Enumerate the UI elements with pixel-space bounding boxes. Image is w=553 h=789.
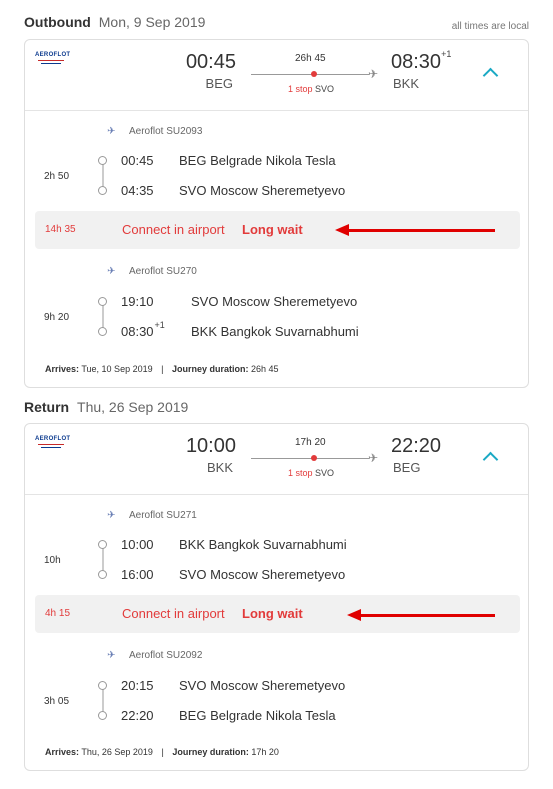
outbound-summary[interactable]: AEROFLOT 00:45 BEG 26h 45 ✈ 1 stop SVO 0… [25,40,528,111]
outbound-arr-time: 08:30 +1 [391,49,452,73]
segment-dep-time: 19:10 [121,294,154,309]
return-card: AEROFLOT 10:00 BKK 17h 20 ✈ 1 stop SVO 2… [24,423,529,771]
connect-in-airport: Connect in airport [122,222,225,237]
segment-arr-time: 22:20 [121,708,154,723]
segment-arr-time: 04:35 [121,183,154,198]
connect-in-airport: Connect in airport [122,606,225,621]
segment-arr-time: 08:30+1 [121,320,165,339]
long-wait-label: Long wait [242,606,303,621]
segment-arr-time: 16:00 [121,567,154,582]
airline-small-icon: ✈ [107,126,116,137]
next-day-badge: +1 [154,320,165,330]
segment-dep-place: BEG Belgrade Nikola Tesla [179,153,336,168]
outbound-dep-time: 00:45 [185,51,236,73]
return-duration: 17h 20 [295,437,326,448]
outbound-date: Mon, 9 Sep 2019 [98,14,206,30]
plane-icon: ✈ [368,451,379,465]
airline-small-icon: ✈ [107,650,116,661]
airline-small-icon: ✈ [107,510,116,521]
route-line [251,458,369,459]
outbound-stop-info: 1 stop SVO [288,84,335,94]
segment-airline: Aeroflot SU270 [129,266,197,277]
outbound-dep-code: BEG [205,76,233,91]
return-arr-code: BEG [393,460,421,475]
segment-dep-place: BKK Bangkok Suvarnabhumi [179,537,347,552]
annotation-arrow-head [335,224,349,236]
chevron-up-icon[interactable] [482,67,499,84]
annotation-arrow [348,229,495,232]
segment-airline: Aeroflot SU2092 [129,650,203,661]
arrival-dot [98,711,107,720]
next-day-badge: +1 [441,49,452,59]
route-line [251,74,369,75]
segment-dep-place: SVO Moscow Sheremetyevo [179,678,346,693]
segment-airline: Aeroflot SU2093 [129,126,203,137]
outbound-arr-code: BKK [393,76,420,91]
segment-duration: 2h 50 [44,171,70,182]
outbound-title: Outbound [24,14,91,30]
aeroflot-logo: AEROFLOT [35,52,71,70]
flight-itinerary-page: Outbound Mon, 9 Sep 2019 all times are l… [0,0,553,789]
segment-dep-time: 20:15 [121,678,154,693]
segment-dep-time: 10:00 [121,537,154,552]
return-stop-info: 1 stop SVO [288,468,335,478]
return-date: Thu, 26 Sep 2019 [77,399,189,415]
segment-duration: 3h 05 [44,696,70,707]
outbound-duration: 26h 45 [295,53,326,64]
return-title: Return [24,399,70,415]
return-summary[interactable]: AEROFLOT 10:00 BKK 17h 20 ✈ 1 stop SVO 2… [25,424,528,495]
return-arr-time: 22:20 [391,435,442,457]
layover-box: 4h 15 Connect in airport Long wait [35,595,520,633]
segment-arr-place: BKK Bangkok Suvarnabhumi [191,324,359,339]
return-header: Return Thu, 26 Sep 2019 [24,399,188,417]
arrival-dot [98,327,107,336]
segment-dep-time: 00:45 [121,153,154,168]
segment-airline: Aeroflot SU271 [129,510,197,521]
airline-small-icon: ✈ [107,266,116,277]
annotation-arrow [360,614,495,617]
segment-duration: 10h [44,555,61,566]
segment-arr-place: SVO Moscow Sheremetyevo [179,183,346,198]
arrival-dot [98,186,107,195]
outbound-header: Outbound Mon, 9 Sep 2019 [24,14,205,32]
times-local-note: all times are local [451,21,529,32]
layover-box: 14h 35 Connect in airport Long wait [35,211,520,249]
layover-duration: 14h 35 [45,224,76,235]
return-footer: Arrives: Thu, 26 Sep 2019 | Journey dura… [45,747,279,757]
stop-dot [311,71,317,77]
return-dep-code: BKK [206,460,233,475]
segment-dep-place: SVO Moscow Sheremetyevo [191,294,358,309]
segment-arr-place: SVO Moscow Sheremetyevo [179,567,346,582]
segment-duration: 9h 20 [44,312,70,323]
segment-arr-place: BEG Belgrade Nikola Tesla [179,708,336,723]
departure-dot [98,681,107,690]
outbound-card: AEROFLOT 00:45 BEG 26h 45 ✈ 1 stop SVO 0… [24,39,529,388]
aeroflot-logo: AEROFLOT [35,436,71,454]
chevron-up-icon[interactable] [482,451,499,468]
outbound-footer: Arrives: Tue, 10 Sep 2019 | Journey dura… [45,364,279,374]
plane-icon: ✈ [368,67,379,81]
departure-dot [98,540,107,549]
return-dep-time: 10:00 [185,435,236,457]
arrival-dot [98,570,107,579]
departure-dot [98,297,107,306]
long-wait-label: Long wait [242,222,303,237]
layover-duration: 4h 15 [45,608,71,619]
departure-dot [98,156,107,165]
stop-dot [311,455,317,461]
annotation-arrow-head [347,609,361,621]
